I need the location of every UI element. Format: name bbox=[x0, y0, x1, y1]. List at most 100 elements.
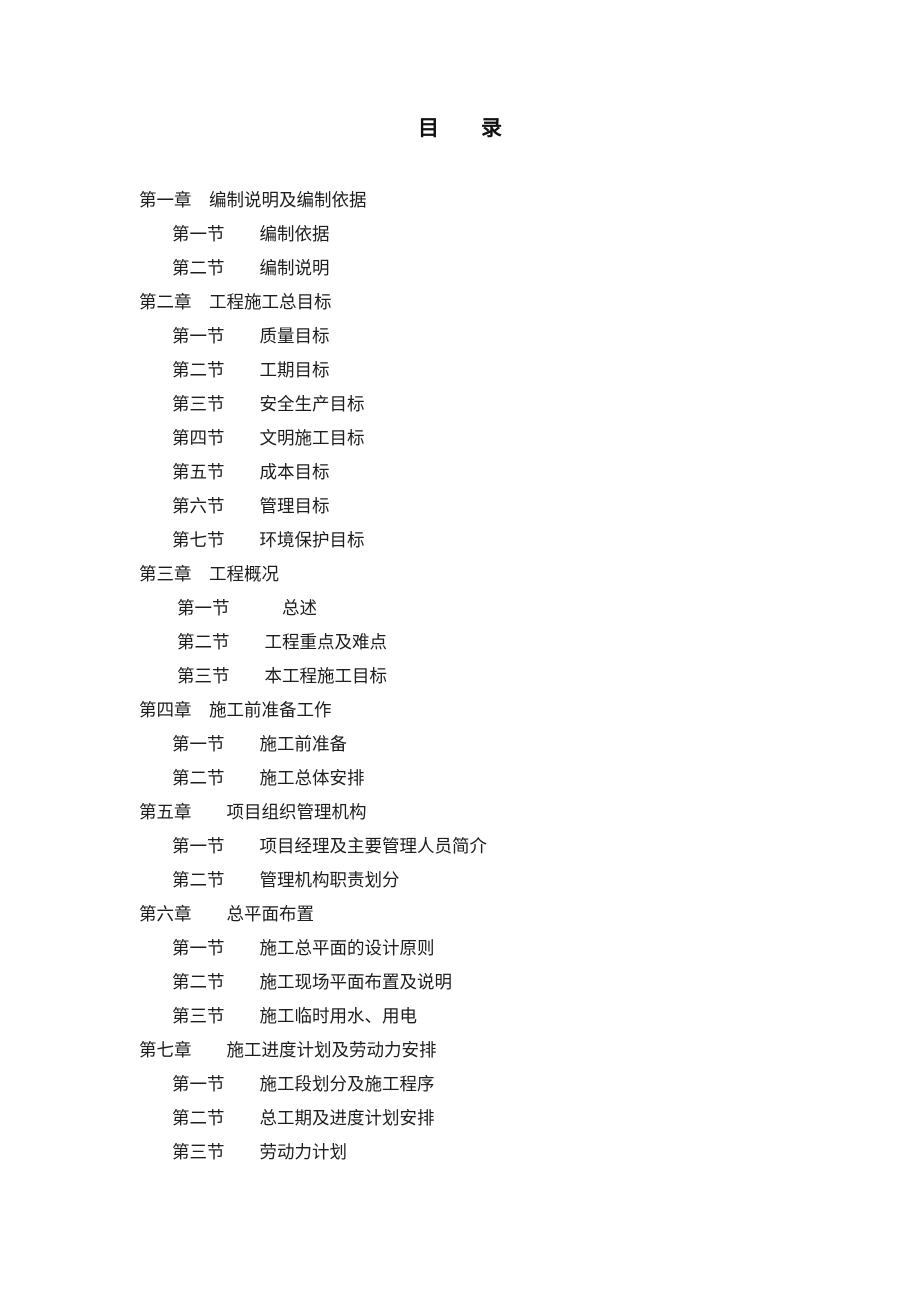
toc-entry-number: 第七节 bbox=[172, 531, 225, 551]
toc-section-entry[interactable]: 第七节 环境保护目标 bbox=[0, 524, 920, 558]
toc-entry-label: 管理目标 bbox=[259, 497, 330, 517]
toc-entry-label: 施工进度计划及劳动力安排 bbox=[226, 1041, 437, 1061]
toc-entry-number: 第一节 bbox=[172, 327, 225, 347]
toc-entry-gap bbox=[192, 293, 210, 313]
toc-entry-gap bbox=[225, 497, 260, 517]
toc-section-entry[interactable]: 第三节 劳动力计划 bbox=[0, 1136, 920, 1170]
toc-entry-gap bbox=[225, 531, 260, 551]
toc-entry-gap bbox=[225, 463, 260, 483]
toc-entry-label: 施工前准备工作 bbox=[209, 701, 332, 721]
table-of-contents-list: 第一章 编制说明及编制依据 第一节 编制依据 第二节 编制说明 第二章 工程施工总目标… bbox=[0, 184, 920, 1170]
toc-entry-gap bbox=[225, 769, 260, 789]
toc-entry-label: 施工临时用水、用电 bbox=[259, 1007, 418, 1027]
toc-entry-number: 第二章 bbox=[139, 293, 192, 313]
toc-entry-number: 第三节 bbox=[172, 395, 225, 415]
toc-entry-gap bbox=[230, 599, 283, 619]
toc-entry-number: 第六节 bbox=[172, 497, 225, 517]
toc-section-entry[interactable]: 第二节 编制说明 bbox=[0, 252, 920, 286]
toc-section-entry[interactable]: 第二节 总工期及进度计划安排 bbox=[0, 1102, 920, 1136]
toc-entry-number: 第六章 bbox=[139, 905, 192, 925]
toc-entry-label: 施工总平面的设计原则 bbox=[259, 939, 435, 959]
toc-entry-number: 第三节 bbox=[172, 1143, 225, 1163]
toc-chapter-entry[interactable]: 第一章 编制说明及编制依据 bbox=[0, 184, 920, 218]
toc-section-entry[interactable]: 第四节 文明施工目标 bbox=[0, 422, 920, 456]
toc-entry-label: 施工段划分及施工程序 bbox=[259, 1075, 435, 1095]
toc-entry-label: 施工现场平面布置及说明 bbox=[259, 973, 453, 993]
toc-entry-label: 总述 bbox=[282, 599, 317, 619]
toc-section-entry[interactable]: 第一节 施工前准备 bbox=[0, 728, 920, 762]
toc-section-entry[interactable]: 第二节 工程重点及难点 bbox=[0, 626, 920, 660]
toc-entry-label: 管理机构职责划分 bbox=[259, 871, 400, 891]
toc-section-entry[interactable]: 第二节 管理机构职责划分 bbox=[0, 864, 920, 898]
toc-entry-gap bbox=[225, 429, 260, 449]
toc-entry-number: 第一节 bbox=[172, 1075, 225, 1095]
toc-chapter-entry[interactable]: 第四章 施工前准备工作 bbox=[0, 694, 920, 728]
toc-chapter-entry[interactable]: 第七章 施工进度计划及劳动力安排 bbox=[0, 1034, 920, 1068]
toc-section-entry[interactable]: 第一节 施工段划分及施工程序 bbox=[0, 1068, 920, 1102]
toc-entry-label: 安全生产目标 bbox=[259, 395, 365, 415]
toc-entry-gap bbox=[225, 871, 260, 891]
toc-chapter-entry[interactable]: 第三章 工程概况 bbox=[0, 558, 920, 592]
toc-section-entry[interactable]: 第一节 施工总平面的设计原则 bbox=[0, 932, 920, 966]
toc-entry-label: 工期目标 bbox=[259, 361, 330, 381]
toc-entry-gap bbox=[192, 701, 210, 721]
toc-entry-gap bbox=[192, 905, 227, 925]
toc-entry-label: 项目组织管理机构 bbox=[226, 803, 367, 823]
toc-entry-number: 第一节 bbox=[172, 939, 225, 959]
toc-entry-gap bbox=[225, 1143, 260, 1163]
toc-entry-gap bbox=[230, 633, 265, 653]
toc-section-entry[interactable]: 第三节 本工程施工目标 bbox=[0, 660, 920, 694]
toc-entry-number: 第一节 bbox=[172, 225, 225, 245]
toc-entry-number: 第三章 bbox=[139, 565, 192, 585]
toc-chapter-entry[interactable]: 第五章 项目组织管理机构 bbox=[0, 796, 920, 830]
toc-entry-gap bbox=[225, 1109, 260, 1129]
toc-entry-number: 第一章 bbox=[139, 191, 192, 211]
toc-section-entry[interactable]: 第二节 工期目标 bbox=[0, 354, 920, 388]
toc-entry-number: 第二节 bbox=[172, 871, 225, 891]
toc-section-entry[interactable]: 第五节 成本目标 bbox=[0, 456, 920, 490]
toc-entry-number: 第一节 bbox=[172, 837, 225, 857]
toc-entry-label: 质量目标 bbox=[259, 327, 330, 347]
toc-entry-gap bbox=[192, 191, 210, 211]
toc-entry-label: 劳动力计划 bbox=[259, 1143, 348, 1163]
toc-section-entry[interactable]: 第一节 质量目标 bbox=[0, 320, 920, 354]
toc-entry-gap bbox=[225, 735, 260, 755]
toc-entry-number: 第五节 bbox=[172, 463, 225, 483]
toc-entry-number: 第七章 bbox=[139, 1041, 192, 1061]
toc-section-entry[interactable]: 第二节 施工现场平面布置及说明 bbox=[0, 966, 920, 1000]
toc-entry-number: 第二节 bbox=[177, 633, 230, 653]
toc-entry-gap bbox=[225, 973, 260, 993]
toc-entry-label: 总平面布置 bbox=[226, 905, 315, 925]
toc-entry-gap bbox=[225, 395, 260, 415]
toc-entry-label: 工程概况 bbox=[209, 565, 279, 585]
toc-entry-gap bbox=[225, 837, 260, 857]
toc-section-entry[interactable]: 第二节 施工总体安排 bbox=[0, 762, 920, 796]
toc-section-entry[interactable]: 第一节 总述 bbox=[0, 592, 920, 626]
toc-entry-gap bbox=[192, 1041, 227, 1061]
toc-entry-gap bbox=[225, 361, 260, 381]
toc-entry-number: 第二节 bbox=[172, 973, 225, 993]
toc-entry-number: 第二节 bbox=[172, 361, 225, 381]
toc-section-entry[interactable]: 第六节 管理目标 bbox=[0, 490, 920, 524]
toc-entry-label: 本工程施工目标 bbox=[264, 667, 388, 687]
toc-entry-label: 总工期及进度计划安排 bbox=[259, 1109, 435, 1129]
toc-entry-label: 环境保护目标 bbox=[259, 531, 365, 551]
toc-section-entry[interactable]: 第一节 项目经理及主要管理人员简介 bbox=[0, 830, 920, 864]
toc-entry-label: 施工总体安排 bbox=[259, 769, 365, 789]
toc-section-entry[interactable]: 第三节 施工临时用水、用电 bbox=[0, 1000, 920, 1034]
toc-entry-number: 第二节 bbox=[172, 259, 225, 279]
toc-entry-number: 第二节 bbox=[172, 769, 225, 789]
toc-entry-gap bbox=[192, 565, 210, 585]
toc-section-entry[interactable]: 第一节 编制依据 bbox=[0, 218, 920, 252]
toc-entry-label: 编制说明及编制依据 bbox=[209, 191, 367, 211]
toc-chapter-entry[interactable]: 第二章 工程施工总目标 bbox=[0, 286, 920, 320]
toc-section-entry[interactable]: 第三节 安全生产目标 bbox=[0, 388, 920, 422]
toc-entry-number: 第一节 bbox=[172, 735, 225, 755]
toc-entry-number: 第三节 bbox=[172, 1007, 225, 1027]
document-page: 目 录 第一章 编制说明及编制依据 第一节 编制依据 第二节 编制说明 第二章 工程施… bbox=[0, 0, 920, 1302]
toc-entry-label: 编制依据 bbox=[259, 225, 330, 245]
toc-chapter-entry[interactable]: 第六章 总平面布置 bbox=[0, 898, 920, 932]
toc-entry-label: 工程施工总目标 bbox=[209, 293, 332, 313]
toc-entry-gap bbox=[225, 259, 260, 279]
toc-entry-number: 第二节 bbox=[172, 1109, 225, 1129]
